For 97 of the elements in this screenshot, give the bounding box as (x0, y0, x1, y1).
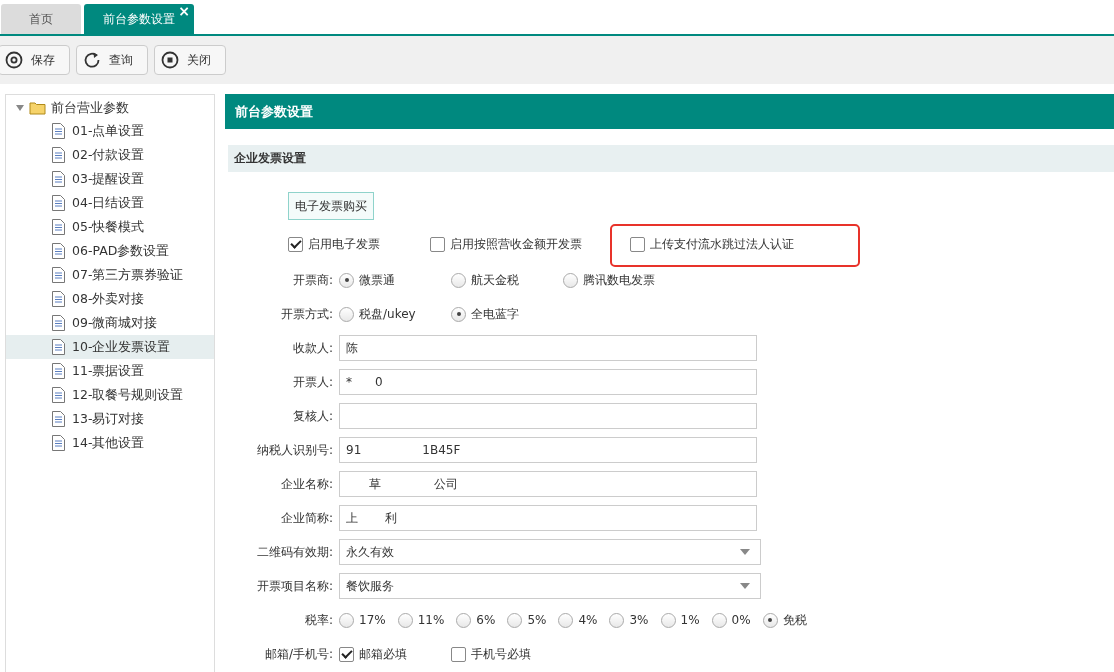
checkbox[interactable]: 手机号必填 (451, 645, 563, 663)
option-label: 税盘/ukey (359, 305, 416, 323)
document-icon (52, 387, 65, 403)
field-label: 复核人: (291, 407, 334, 425)
refresh-icon (83, 51, 101, 69)
option-label: 1% (680, 613, 700, 627)
option-label: 微票通 (359, 271, 395, 289)
tree-folder[interactable]: 前台营业参数 (6, 97, 214, 119)
field-label: 二维码有效期: (255, 543, 334, 561)
radio-button[interactable] (339, 272, 354, 288)
document-icon (52, 363, 65, 379)
tab[interactable]: 首页 (1, 4, 81, 34)
option-label: 航天金税 (471, 271, 519, 289)
purchase-button[interactable]: 电子发票购买 (288, 192, 374, 220)
input-field[interactable]: 上 利 (339, 505, 757, 531)
option-label: 5% (527, 613, 547, 627)
document-icon (52, 195, 65, 211)
field-label: 纳税人识别号: (255, 441, 334, 459)
input-field[interactable]: 陈 (339, 335, 757, 361)
field-label: 开票人: (291, 373, 334, 391)
field-label: 税率: (303, 611, 334, 629)
document-icon (52, 339, 65, 355)
option-label: 4% (578, 613, 598, 627)
checkbox[interactable]: 上传支付流水跳过法人认证 (630, 235, 794, 253)
tree-item[interactable]: 14-其他设置 (6, 431, 214, 455)
caret-icon (740, 583, 750, 589)
caret-icon (740, 549, 750, 555)
radio-button[interactable] (507, 612, 523, 628)
document-icon (52, 267, 65, 283)
tree-label: 前台营业参数 (51, 99, 129, 117)
tree-item[interactable]: 13-易订对接 (6, 407, 214, 431)
field-label: 企业简称: (279, 509, 334, 527)
checkbox[interactable]: 邮箱必填 (339, 645, 451, 663)
option-label: 17% (359, 613, 386, 627)
document-icon (52, 411, 65, 427)
radio-button[interactable] (339, 306, 354, 322)
toolbar-button[interactable]: 关闭 (154, 45, 226, 75)
field-label: 开票商: (291, 271, 334, 289)
document-icon (52, 123, 65, 139)
dropdown[interactable]: 永久有效 (339, 539, 761, 565)
option-label: 11% (417, 613, 445, 627)
document-icon (52, 219, 65, 235)
toolbar-button[interactable]: 查询 (76, 45, 148, 75)
radio-button[interactable] (609, 612, 625, 628)
radio-button[interactable] (451, 272, 466, 288)
input-field[interactable] (339, 403, 757, 429)
document-icon (52, 291, 65, 307)
option-label: 免税 (782, 611, 807, 629)
section-header: 企业发票设置 (228, 145, 1114, 172)
radio-button[interactable] (563, 272, 578, 288)
radio-button[interactable] (339, 612, 354, 628)
document-icon (52, 243, 65, 259)
dropdown[interactable]: 餐饮服务 (339, 573, 761, 599)
target-icon (5, 51, 23, 69)
tree-item[interactable]: 12-取餐号规则设置 (6, 383, 214, 407)
option-label: 腾讯数电发票 (583, 271, 655, 289)
folder-icon (29, 101, 46, 115)
radio-button[interactable] (451, 306, 466, 322)
option-label: 6% (476, 613, 496, 627)
tab[interactable]: 前台参数设置 × (84, 4, 194, 34)
input-field[interactable]: * 0 (339, 369, 757, 395)
tree-item[interactable]: 05-快餐模式 (6, 215, 214, 239)
panel-title: 前台参数设置 (225, 94, 1114, 129)
field-label: 开票方式: (279, 305, 334, 323)
tree-item[interactable]: 10-企业发票设置 (6, 335, 214, 359)
radio-button[interactable] (456, 612, 472, 628)
checkbox[interactable]: 启用电子发票 (288, 235, 380, 253)
radio-button[interactable] (762, 612, 778, 628)
tree-item[interactable]: 09-微商城对接 (6, 311, 214, 335)
option-label: 3% (629, 613, 649, 627)
input-field[interactable]: 草 公司 (339, 471, 757, 497)
radio-button[interactable] (397, 612, 413, 628)
tree-item[interactable]: 11-票据设置 (6, 359, 214, 383)
field-label: 收款人: (291, 339, 334, 357)
tree-item[interactable]: 08-外卖对接 (6, 287, 214, 311)
document-icon (52, 171, 65, 187)
tree-item[interactable]: 07-第三方票券验证 (6, 263, 214, 287)
option-label: 0% (731, 613, 751, 627)
field-label: 企业名称: (279, 475, 334, 493)
document-icon (52, 315, 65, 331)
stop-icon (161, 51, 179, 69)
document-icon (52, 147, 65, 163)
tree-item[interactable]: 02-付款设置 (6, 143, 214, 167)
input-field[interactable]: 91 1B45F (339, 437, 757, 463)
tree-item[interactable]: 06-PAD参数设置 (6, 239, 214, 263)
option-label: 全电蓝字 (471, 305, 519, 323)
document-icon (52, 435, 65, 451)
toolbar-button[interactable]: 保存 (0, 45, 70, 75)
checkbox[interactable]: 启用按照营收金额开发票 (430, 235, 582, 253)
radio-button[interactable] (660, 612, 676, 628)
radio-button[interactable] (711, 612, 727, 628)
field-label: 邮箱/手机号: (263, 645, 334, 663)
tree-item[interactable]: 04-日结设置 (6, 191, 214, 215)
radio-button[interactable] (558, 612, 574, 628)
tree-item[interactable]: 01-点单设置 (6, 119, 214, 143)
tree-item[interactable]: 03-提醒设置 (6, 167, 214, 191)
field-label: 开票项目名称: (255, 577, 334, 595)
